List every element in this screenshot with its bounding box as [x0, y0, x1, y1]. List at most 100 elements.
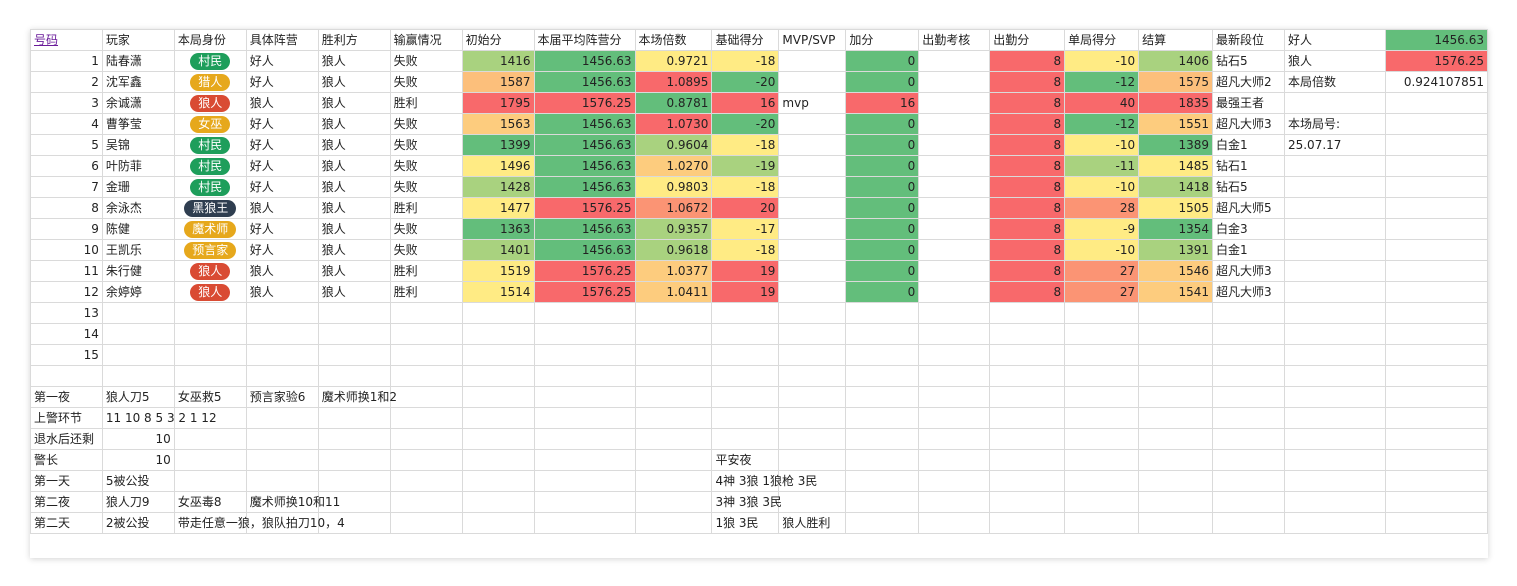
cell-mvp[interactable] — [778, 218, 847, 240]
note-label[interactable]: 警长 — [30, 449, 103, 471]
cell-settlement[interactable]: 1551 — [1138, 113, 1213, 135]
cell-empty[interactable] — [711, 365, 780, 387]
cell-attendance-check[interactable] — [918, 155, 991, 177]
cell-empty[interactable] — [634, 449, 713, 471]
cell-multiplier[interactable]: 1.0377 — [634, 260, 713, 282]
cell-empty[interactable] — [1212, 344, 1285, 366]
cell-player-name[interactable]: 金珊 — [101, 176, 175, 198]
cell-attendance-check[interactable] — [918, 239, 991, 261]
cell-empty[interactable] — [918, 428, 991, 450]
cell-multiplier[interactable]: 1.0730 — [634, 113, 713, 135]
cell-empty[interactable] — [1138, 344, 1213, 366]
cell-empty[interactable] — [1064, 323, 1140, 345]
cell-player-name[interactable]: 余泳杰 — [101, 197, 175, 219]
cell-empty[interactable] — [1064, 407, 1140, 429]
cell-attendance-score[interactable]: 8 — [989, 176, 1066, 198]
cell-empty[interactable] — [389, 302, 463, 324]
cell-result[interactable]: 胜利 — [389, 260, 463, 282]
cell-role[interactable]: 村民 — [173, 155, 247, 177]
cell-empty[interactable] — [533, 428, 636, 450]
cell-empty[interactable] — [1212, 386, 1285, 408]
cell-result[interactable]: 失败 — [389, 50, 463, 72]
cell-side-label[interactable]: 本局倍数 — [1283, 71, 1386, 93]
note-c[interactable] — [173, 449, 247, 471]
cell-empty[interactable] — [389, 365, 463, 387]
cell-role[interactable]: 魔术师 — [173, 218, 247, 240]
cell-empty[interactable] — [711, 323, 780, 345]
cell-empty[interactable] — [634, 302, 713, 324]
note-e[interactable] — [317, 407, 391, 429]
cell-empty[interactable] — [461, 491, 535, 513]
header-number-link[interactable]: 号码 — [34, 33, 58, 47]
cell-empty[interactable] — [101, 302, 175, 324]
cell-mvp[interactable] — [778, 113, 847, 135]
cell-empty[interactable] — [1283, 428, 1386, 450]
cell-empty[interactable] — [245, 344, 319, 366]
cell-number[interactable]: 13 — [30, 302, 103, 324]
cell-initial-score[interactable]: 1587 — [461, 71, 535, 93]
cell-avg-camp-score[interactable]: 1576.25 — [533, 92, 636, 114]
note-e[interactable]: 魔术师换1和2 — [317, 386, 397, 408]
cell-empty[interactable] — [1138, 407, 1213, 429]
cell-empty[interactable] — [533, 512, 636, 534]
cell-camp[interactable]: 狼人 — [245, 260, 319, 282]
cell-winner[interactable]: 狼人 — [317, 92, 391, 114]
cell-result[interactable]: 失败 — [389, 176, 463, 198]
cell-empty[interactable] — [533, 323, 636, 345]
cell-empty[interactable] — [1064, 302, 1140, 324]
cell-initial-score[interactable]: 1477 — [461, 197, 535, 219]
cell-attendance-check[interactable] — [918, 71, 991, 93]
note-label[interactable]: 第二天 — [30, 512, 103, 534]
cell-initial-score[interactable]: 1496 — [461, 155, 535, 177]
header-camp[interactable]: 具体阵营 — [245, 29, 319, 51]
cell-bonus[interactable]: 0 — [845, 281, 920, 303]
cell-player-name[interactable]: 吴锦 — [101, 134, 175, 156]
cell-empty[interactable] — [989, 512, 1066, 534]
cell-empty[interactable] — [30, 365, 103, 387]
cell-avg-camp-score[interactable]: 1456.63 — [533, 239, 636, 261]
cell-player-name[interactable]: 余婷婷 — [101, 281, 175, 303]
header-bonus[interactable]: 加分 — [845, 29, 920, 51]
cell-empty[interactable] — [989, 302, 1066, 324]
cell-empty[interactable] — [918, 470, 991, 492]
cell-empty[interactable] — [1384, 386, 1488, 408]
cell-empty[interactable] — [461, 344, 535, 366]
cell-winner[interactable]: 狼人 — [317, 197, 391, 219]
cell-base-score[interactable]: -19 — [711, 155, 780, 177]
cell-number[interactable]: 5 — [30, 134, 103, 156]
cell-base-score[interactable]: 20 — [711, 197, 780, 219]
cell-side-value[interactable] — [1384, 92, 1488, 114]
cell-empty[interactable] — [1384, 470, 1488, 492]
cell-settlement[interactable]: 1418 — [1138, 176, 1213, 198]
cell-empty[interactable] — [1384, 449, 1488, 471]
note-c[interactable] — [173, 428, 247, 450]
cell-rank[interactable]: 钻石1 — [1212, 155, 1285, 177]
cell-camp[interactable]: 好人 — [245, 218, 319, 240]
cell-side-value[interactable] — [1384, 176, 1488, 198]
cell-mvp[interactable] — [778, 176, 847, 198]
cell-number[interactable]: 11 — [30, 260, 103, 282]
cell-game-score[interactable]: -12 — [1064, 113, 1140, 135]
cell-rank[interactable]: 超凡大师2 — [1212, 71, 1285, 93]
cell-empty[interactable] — [778, 323, 847, 345]
cell-empty[interactable] — [533, 302, 636, 324]
note-b[interactable]: 11 10 8 5 3 2 1 12 — [101, 407, 217, 429]
cell-initial-score[interactable]: 1563 — [461, 113, 535, 135]
cell-camp[interactable]: 好人 — [245, 176, 319, 198]
cell-empty[interactable] — [461, 428, 535, 450]
cell-empty[interactable] — [989, 491, 1066, 513]
cell-multiplier[interactable]: 1.0270 — [634, 155, 713, 177]
cell-bonus[interactable]: 0 — [845, 50, 920, 72]
header-base[interactable]: 基础得分 — [711, 29, 780, 51]
cell-side-label[interactable] — [1283, 197, 1386, 219]
note-outcome[interactable] — [778, 428, 847, 450]
cell-attendance-score[interactable]: 8 — [989, 197, 1066, 219]
cell-result[interactable]: 失败 — [389, 71, 463, 93]
cell-winner[interactable]: 狼人 — [317, 176, 391, 198]
note-e[interactable] — [317, 512, 391, 534]
cell-base-score[interactable]: 16 — [711, 92, 780, 114]
cell-empty[interactable] — [1138, 428, 1213, 450]
cell-side-label[interactable]: 狼人 — [1283, 50, 1386, 72]
cell-base-score[interactable]: -18 — [711, 134, 780, 156]
cell-number[interactable]: 6 — [30, 155, 103, 177]
